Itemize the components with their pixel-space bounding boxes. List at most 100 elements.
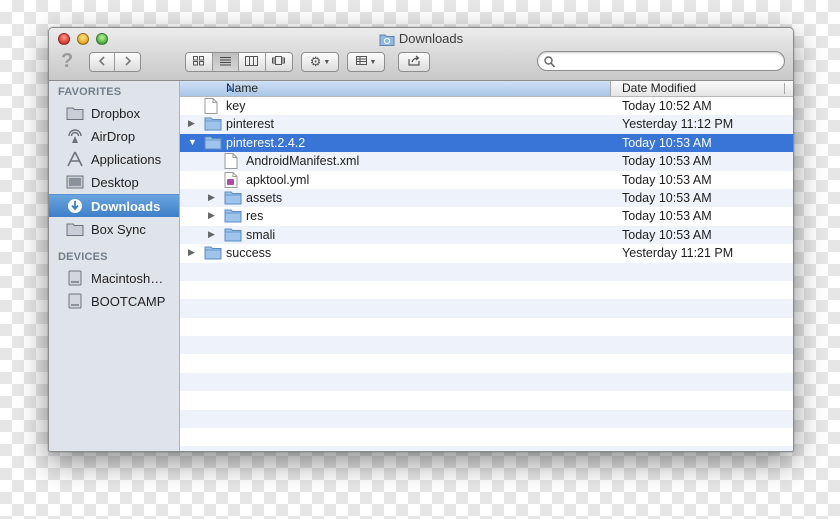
file-name: success [226,246,272,261]
empty-row [180,336,793,355]
empty-row [180,446,793,451]
document-icon [204,98,218,117]
title-bar: Downloads ? ⚙ ▼ ▼ [49,28,793,81]
sidebar-item-applications[interactable]: Applications [49,148,179,170]
folder-icon [224,227,242,245]
list-view-icon [219,53,231,71]
date-modified: Today 10:53 AM [622,190,712,205]
file-rows: key Today 10:52 AM ▶ pinterest Yesterday 11:… [180,97,793,451]
chevron-right-icon [124,53,132,71]
empty-row [180,262,793,281]
folder-icon [204,135,222,153]
folder-icon [65,105,85,121]
empty-row [180,428,793,446]
downloads-icon [65,198,85,214]
empty-row [180,318,793,336]
sidebar-item-label: Box Sync [91,221,146,237]
share-button[interactable] [398,52,430,72]
sidebar-item-label: AirDrop [91,128,136,144]
disclosure-collapsed-icon[interactable]: ▶ [208,229,215,240]
empty-row [180,372,793,392]
search-input[interactable] [558,53,782,71]
search-field[interactable] [537,51,785,71]
search-icon [544,55,556,73]
help-icon: ? [61,50,74,72]
file-name: pinterest [226,117,274,132]
coverflow-view-button[interactable] [265,53,292,71]
file-name: pinterest.2.4.2 [226,135,306,150]
disclosure-collapsed-icon[interactable]: ▶ [188,118,195,129]
sidebar-item-label: Applications [91,151,162,167]
folder-icon [224,190,242,208]
icon-view-button[interactable] [186,53,213,71]
icon-view-icon [193,53,205,71]
empty-row [180,299,793,318]
hard-drive-icon [65,293,85,309]
table-row[interactable]: apktool.yml Today 10:53 AM [180,171,793,189]
disclosure-collapsed-icon[interactable]: ▶ [208,192,215,203]
disclosure-collapsed-icon[interactable]: ▶ [208,210,215,221]
sidebar-item-label: BOOTCAMP [91,293,166,309]
column-view-icon [245,53,259,71]
folder-icon [379,33,395,50]
forward-button[interactable] [115,53,140,71]
finder-window: Downloads ? ⚙ ▼ ▼ FAVORITES Dropbox AirD… [48,27,794,452]
disclosure-expanded-icon[interactable]: ▼ [188,137,197,147]
folder-icon [204,245,222,263]
sidebar-item-label: Desktop [91,174,139,190]
devices-header: DEVICES [58,251,108,263]
sidebar-item-downloads[interactable]: Downloads [49,194,179,217]
empty-row [180,391,793,409]
table-row[interactable]: ▶ smali Today 10:53 AM [180,225,793,245]
favorites-header: FAVORITES [58,86,122,98]
empty-row [180,281,793,299]
column-view-button[interactable] [239,53,266,71]
sidebar-item-airdrop[interactable]: AirDrop [49,125,179,147]
sort-ascending-icon: ▲ [226,83,235,93]
arrange-icon [355,56,367,68]
empty-row [180,409,793,429]
gear-icon: ⚙ [309,54,322,69]
window-title: Downloads [49,31,793,50]
date-modified: Yesterday 11:12 PM [622,117,734,132]
date-modified: Today 10:53 AM [622,154,712,169]
arrange-menu-button[interactable]: ▼ [347,52,385,72]
file-name: apktool.yml [246,172,310,187]
folder-icon [204,116,222,134]
sidebar-item-label: Downloads [91,198,161,214]
back-button[interactable] [90,53,116,71]
coverflow-view-icon [272,53,286,71]
folder-icon [224,208,242,226]
file-name: key [226,99,246,113]
share-icon [407,55,421,69]
view-mode-control [185,52,293,72]
table-row[interactable]: AndroidManifest.xml Today 10:53 AM [180,152,793,172]
file-name: res [246,209,264,224]
date-modified: Today 10:53 AM [622,172,712,187]
date-modified: Today 10:53 AM [622,227,712,242]
table-row[interactable]: ▶ pinterest Yesterday 11:12 PM [180,115,793,134]
sidebar-item-macintosh[interactable]: Macintosh… [49,267,179,289]
action-menu-button[interactable]: ⚙ ▼ [301,52,339,72]
sidebar-item-label: Dropbox [91,105,141,121]
table-row[interactable]: key Today 10:52 AM [180,97,793,115]
folder-icon [65,221,85,237]
column-header-name[interactable]: Name ▲ [180,81,611,96]
list-view-button[interactable] [212,53,239,71]
file-name: assets [246,190,283,205]
document-icon [224,153,238,172]
document-icon [224,171,238,191]
table-row[interactable]: ▶ res Today 10:53 AM [180,207,793,225]
disclosure-collapsed-icon[interactable]: ▶ [188,247,195,258]
sidebar-item-label: Macintosh… [91,270,164,286]
sidebar-item-box-sync[interactable]: Box Sync [49,218,179,240]
sidebar-item-bootcamp[interactable]: BOOTCAMP [49,290,179,312]
table-row[interactable]: ▶ assets Today 10:53 AM [180,188,793,208]
date-modified: Today 10:53 AM [622,135,712,150]
desktop-icon [65,174,85,190]
sidebar-item-dropbox[interactable]: Dropbox [49,102,179,124]
table-row[interactable]: ▼ pinterest.2.4.2 Today 10:53 AM [180,133,793,153]
sidebar-item-desktop[interactable]: Desktop [49,171,179,193]
table-row[interactable]: ▶ success Yesterday 11:21 PM [180,244,793,262]
column-header-date[interactable]: Date Modified [622,81,696,96]
